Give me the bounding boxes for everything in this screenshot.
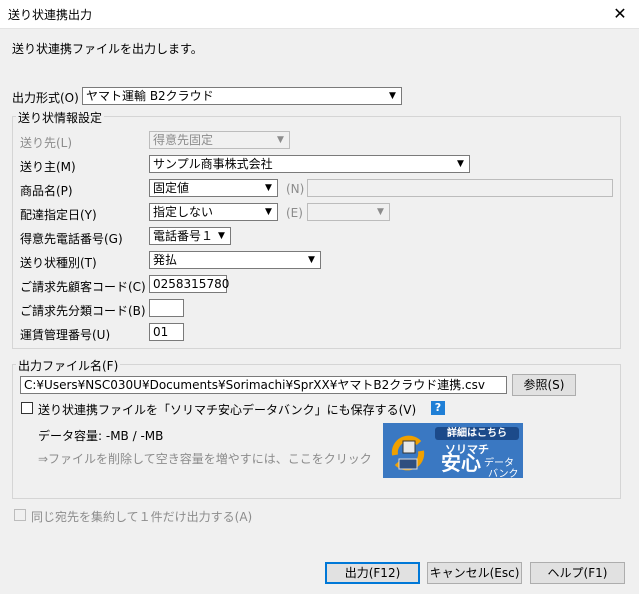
- cancel-button[interactable]: キャンセル(Esc): [427, 562, 522, 584]
- window-title: 送り状連携出力: [8, 8, 93, 22]
- databank-logo-icon: [389, 429, 427, 473]
- sender-select[interactable]: サンプル商事株式会社 ▼: [149, 155, 470, 173]
- customer-phone-label: 得意先電話番号(G): [20, 232, 123, 246]
- billing-code-input[interactable]: 0258315780: [149, 275, 230, 293]
- delivery-date-e-select: ▼: [307, 203, 390, 221]
- billing-class-input[interactable]: [149, 299, 184, 317]
- output-file-path: C:¥Users¥NSC030U¥Documents¥Sorimachi¥Spr…: [24, 378, 485, 392]
- invoice-settings-group-label: 送り状情報設定: [16, 109, 105, 126]
- chevron-down-icon: ▼: [265, 183, 272, 193]
- delivery-date-label: 配達指定日(Y): [20, 208, 97, 222]
- delivery-date-select[interactable]: 指定しない ▼: [149, 203, 278, 221]
- output-format-value: ヤマト運輸 B2クラウド: [86, 89, 214, 103]
- billing-code-label: ご請求先顧客コード(C): [20, 280, 146, 294]
- chevron-down-icon: ▼: [389, 91, 396, 101]
- sender-value: サンプル商事株式会社: [153, 157, 273, 171]
- product-name-value: 固定値: [153, 181, 190, 195]
- output-format-label: 出力形式(O): [12, 91, 79, 105]
- output-format-select[interactable]: ヤマト運輸 B2クラウド ▼: [82, 87, 402, 105]
- delivery-date-value: 指定しない: [153, 205, 214, 219]
- banner-big-text: 安心: [441, 451, 481, 475]
- invoice-type-label: 送り状種別(T): [20, 256, 97, 270]
- product-name-n-label: (N): [286, 182, 305, 196]
- browse-button[interactable]: 参照(S): [512, 374, 576, 396]
- freight-number-value: 01: [153, 325, 169, 339]
- banner-small-2: バンク: [488, 469, 519, 478]
- databank-banner[interactable]: 詳細はこちら ソリマチ 安心 データ バンク: [383, 423, 523, 478]
- chevron-down-icon: ▼: [265, 207, 272, 217]
- aggregate-label: 同じ宛先を集約して１件だけ出力する(A): [31, 510, 253, 524]
- output-button[interactable]: 出力(F12): [325, 562, 420, 584]
- product-name-n-input: [307, 179, 613, 197]
- close-icon[interactable]: ✕: [604, 2, 636, 26]
- help-button[interactable]: ヘルプ(F1): [530, 562, 625, 584]
- delivery-date-e-label: (E): [286, 206, 303, 220]
- output-file-group-label: 出力ファイル名(F): [16, 357, 121, 374]
- freight-number-label: 運賃管理番号(U): [20, 328, 111, 342]
- chevron-down-icon: ▼: [277, 135, 284, 145]
- chevron-down-icon: ▼: [218, 231, 225, 241]
- customer-phone-value: 電話番号１: [153, 229, 214, 243]
- freight-number-input[interactable]: 01: [149, 323, 184, 341]
- invoice-type-value: 発払: [153, 253, 178, 267]
- chevron-down-icon: ▼: [457, 159, 464, 169]
- title-bar: 送り状連携出力 ✕: [0, 0, 639, 29]
- destination-value: 得意先固定: [153, 133, 214, 147]
- aggregate-checkbox: [14, 509, 26, 521]
- product-name-select[interactable]: 固定値 ▼: [149, 179, 278, 197]
- output-file-path-input[interactable]: C:¥Users¥NSC030U¥Documents¥Sorimachi¥Spr…: [20, 376, 507, 394]
- invoice-type-select[interactable]: 発払 ▼: [149, 251, 321, 269]
- banner-detail-tag: 詳細はこちら: [435, 427, 519, 440]
- customer-phone-select[interactable]: 電話番号１ ▼: [149, 227, 231, 245]
- sender-label: 送り主(M): [20, 160, 76, 174]
- save-to-databank-label[interactable]: 送り状連携ファイルを「ソリマチ安心データバンク」にも保存する(V): [38, 401, 416, 418]
- capacity-text: データ容量: -MB / -MB: [38, 429, 164, 443]
- billing-code-value: 0258315780: [153, 277, 230, 291]
- chevron-down-icon: ▼: [308, 255, 315, 265]
- product-name-label: 商品名(P): [20, 184, 73, 198]
- help-icon[interactable]: ?: [431, 401, 445, 415]
- intro-text: 送り状連携ファイルを出力します。: [12, 42, 203, 56]
- destination-label: 送り先(L): [20, 136, 73, 150]
- billing-class-label: ご請求先分類コード(B): [20, 304, 146, 318]
- delete-files-link[interactable]: ⇒ファイルを削除して空き容量を増やすには、ここをクリック: [38, 450, 372, 467]
- destination-select: 得意先固定 ▼: [149, 131, 290, 149]
- save-to-databank-checkbox[interactable]: [21, 402, 33, 414]
- chevron-down-icon: ▼: [377, 207, 384, 217]
